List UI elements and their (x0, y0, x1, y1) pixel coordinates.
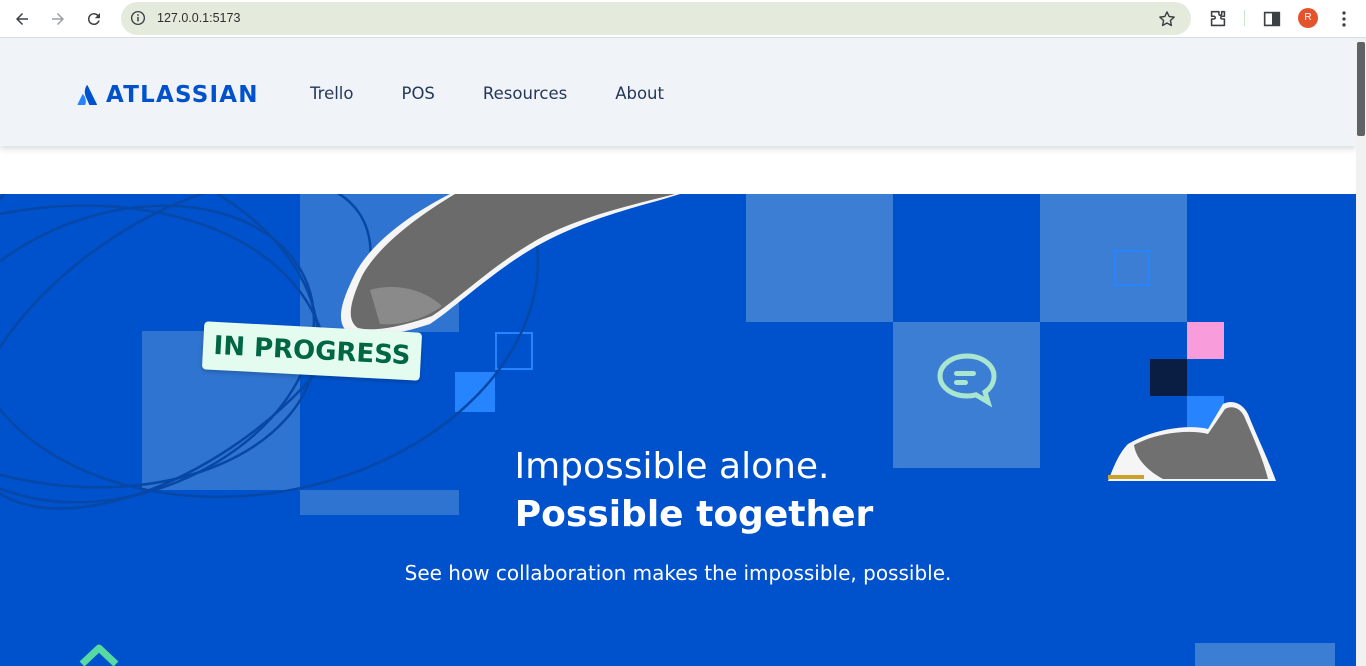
chevron-up-icon[interactable] (78, 642, 120, 666)
forward-arrow-icon[interactable] (47, 8, 69, 30)
hero-headline-line2: Possible together (514, 494, 874, 535)
nav-item-trello[interactable]: Trello (310, 84, 354, 103)
site-header: ATLASSIAN Trello POS Resources About (0, 38, 1356, 146)
nav-item-about[interactable]: About (615, 84, 664, 103)
page-viewport: ATLASSIAN Trello POS Resources About IN … (0, 38, 1356, 666)
hero-headline-line1: Impossible alone. (514, 446, 830, 487)
nav-item-pos[interactable]: POS (402, 84, 435, 103)
profile-avatar[interactable]: R (1298, 8, 1318, 28)
hero-subtitle: See how collaboration makes the impossib… (404, 561, 952, 585)
reload-icon[interactable] (83, 8, 105, 30)
hero-tile (1195, 643, 1335, 666)
dark-square (1150, 359, 1187, 396)
kebab-menu-icon[interactable] (1333, 8, 1355, 30)
pink-square (1187, 322, 1224, 359)
back-arrow-icon[interactable] (11, 8, 33, 30)
scrollbar-thumb[interactable] (1357, 42, 1365, 136)
address-bar[interactable]: 127.0.0.1:5173 (121, 2, 1191, 35)
bookmark-star-icon[interactable] (1157, 9, 1177, 29)
logo-wordmark: ATLASSIAN (106, 82, 259, 108)
side-panel-icon[interactable] (1261, 8, 1283, 30)
extensions-puzzle-icon[interactable] (1207, 8, 1229, 30)
site-info-icon[interactable] (129, 9, 147, 27)
main-nav: Trello POS Resources About (310, 84, 664, 103)
atlassian-logo[interactable]: ATLASSIAN (76, 82, 259, 108)
nav-item-resources[interactable]: Resources (483, 84, 567, 103)
hero-tile (746, 194, 893, 322)
atlassian-a-icon (77, 85, 97, 105)
url-text: 127.0.0.1:5173 (157, 11, 241, 25)
browser-toolbar: 127.0.0.1:5173 R (0, 0, 1366, 38)
hand-illustration (340, 194, 680, 336)
page-scrollbar[interactable] (1356, 38, 1366, 666)
toolbar-divider (1244, 10, 1245, 26)
hero-section: IN PROGRESS Impossible alone. Possible t… (0, 194, 1356, 666)
chat-bubble-icon (937, 353, 997, 408)
outline-square (1114, 250, 1150, 286)
tag-label: IN PROGRESS (212, 330, 412, 372)
